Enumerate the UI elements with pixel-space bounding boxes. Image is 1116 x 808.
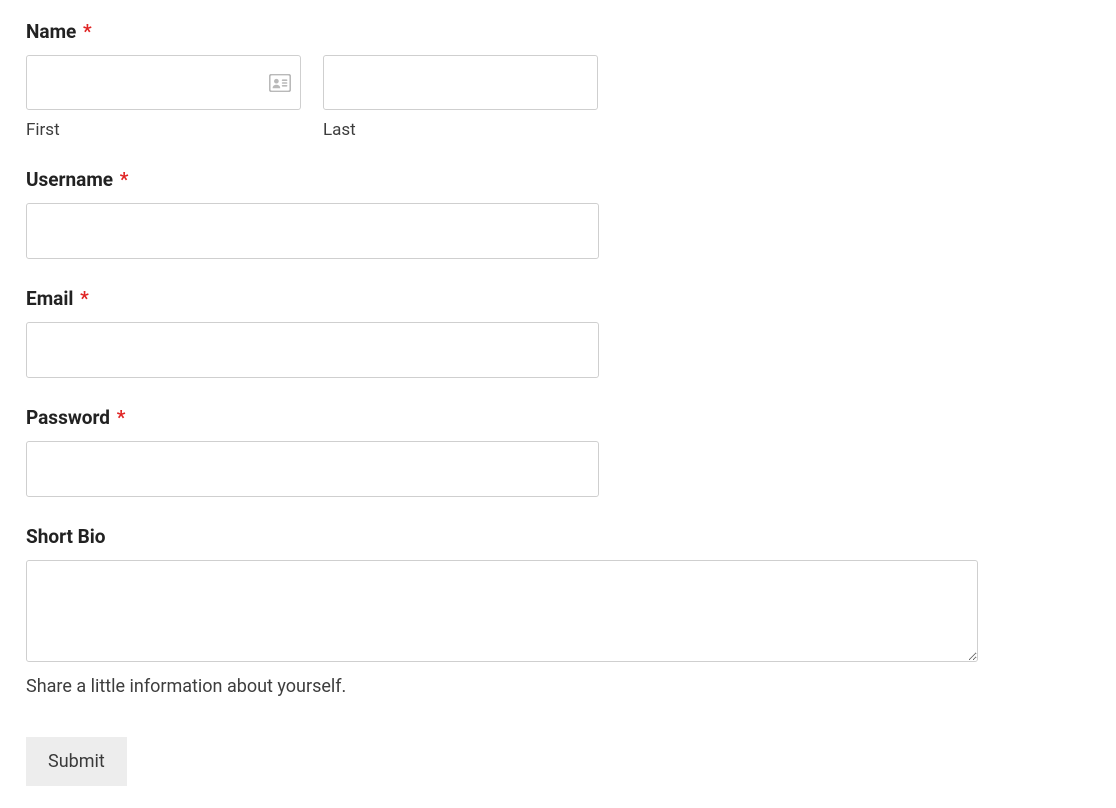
password-group: Password * [26, 406, 1090, 497]
first-name-input[interactable] [26, 55, 301, 110]
username-group: Username * [26, 168, 1090, 259]
short-bio-label-text: Short Bio [26, 525, 106, 548]
username-input[interactable] [26, 203, 599, 259]
registration-form: Name * [26, 20, 1090, 786]
name-row: First Last [26, 55, 1090, 140]
email-label-text: Email [26, 287, 73, 310]
required-asterisk: * [80, 287, 89, 310]
username-label: Username * [26, 168, 1090, 191]
name-group: Name * [26, 20, 1090, 140]
password-label-text: Password [26, 406, 110, 429]
last-name-input[interactable] [323, 55, 598, 110]
first-name-sublabel: First [26, 120, 301, 140]
submit-button[interactable]: Submit [26, 737, 127, 786]
required-asterisk: * [83, 20, 92, 43]
email-label: Email * [26, 287, 1090, 310]
email-input[interactable] [26, 322, 599, 378]
name-label: Name * [26, 20, 1090, 43]
short-bio-label: Short Bio [26, 525, 1090, 548]
name-label-text: Name [26, 20, 76, 43]
last-name-sublabel: Last [323, 120, 598, 140]
required-asterisk: * [117, 406, 126, 429]
password-label: Password * [26, 406, 1090, 429]
email-group: Email * [26, 287, 1090, 378]
last-name-col: Last [323, 55, 598, 140]
short-bio-group: Short Bio Share a little information abo… [26, 525, 1090, 697]
username-label-text: Username [26, 168, 113, 191]
first-name-col: First [26, 55, 301, 140]
short-bio-helper: Share a little information about yoursel… [26, 676, 1090, 697]
short-bio-textarea[interactable] [26, 560, 978, 662]
password-input[interactable] [26, 441, 599, 497]
first-name-wrap [26, 55, 301, 110]
required-asterisk: * [120, 168, 129, 191]
